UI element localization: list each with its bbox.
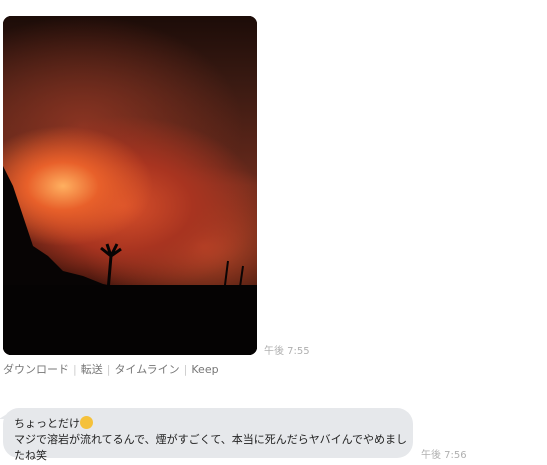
sweat-smile-emoji-icon (80, 416, 93, 429)
timeline-link[interactable]: タイムライン (114, 363, 179, 376)
message-text-line2: マジで溶岩が流れてるんで、煙がすごくて、本当に死んだらヤバイんでやめましたね笑 (14, 433, 408, 462)
message-text-line1: ちょっとだけ (14, 417, 80, 430)
divider: | (106, 363, 111, 376)
image-actions: ダウンロード | 転送 | タイムライン | Keep (3, 361, 219, 377)
timestamp: 午後 7:56 (421, 450, 467, 461)
timestamp: 午後 7:55 (264, 346, 310, 357)
bubble-tail (0, 414, 7, 419)
keep-link[interactable]: Keep (191, 363, 218, 376)
forward-link[interactable]: 転送 (81, 363, 103, 376)
photo-message-lava-smoke[interactable] (3, 16, 257, 355)
divider: | (73, 363, 77, 376)
photo-ground (3, 285, 257, 355)
divider: | (183, 363, 188, 376)
download-link[interactable]: ダウンロード (3, 363, 69, 376)
message-bubble[interactable]: ちょっとだけ マジで溶岩が流れてるんで、煙がすごくて、本当に死んだらヤバイんでや… (0, 408, 413, 462)
